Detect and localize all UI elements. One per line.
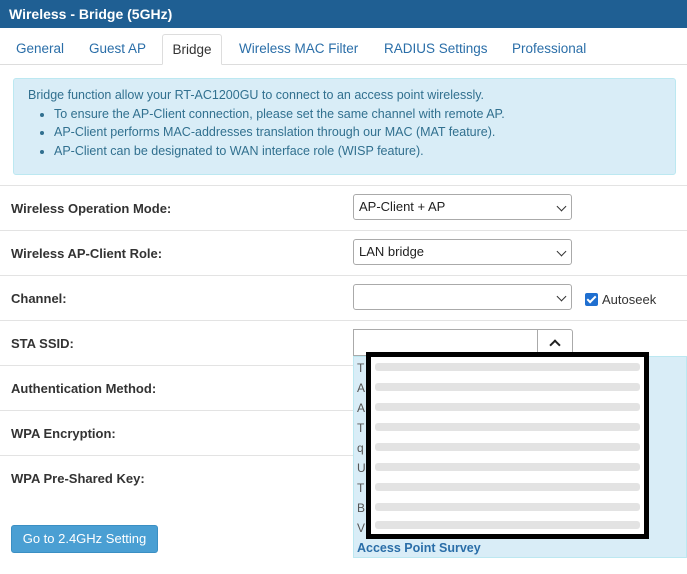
survey-item[interactable]: A bbox=[357, 401, 365, 415]
redacted-line bbox=[375, 423, 640, 431]
info-bullet: To ensure the AP-Client connection, plea… bbox=[54, 105, 675, 124]
wpa-psk-label: WPA Pre-Shared Key: bbox=[11, 471, 145, 486]
client-role-label: Wireless AP-Client Role: bbox=[11, 246, 163, 261]
info-box: Bridge function allow your RT-AC1200GU t… bbox=[13, 78, 676, 175]
survey-item[interactable]: B bbox=[357, 501, 365, 515]
channel-label: Channel: bbox=[11, 291, 67, 306]
client-role-select[interactable]: LAN bridge bbox=[353, 239, 572, 265]
autoseek-label: Autoseek bbox=[602, 292, 657, 307]
tab-general[interactable]: General bbox=[7, 34, 73, 65]
autoseek-checkbox[interactable]: Autoseek bbox=[585, 292, 656, 307]
redacted-line bbox=[375, 463, 640, 471]
tab-professional[interactable]: Professional bbox=[503, 34, 595, 65]
redacted-line bbox=[375, 483, 640, 491]
client-role-value: LAN bridge bbox=[359, 244, 425, 259]
chevron-down-icon bbox=[556, 291, 567, 302]
info-bullets: To ensure the AP-Client connection, plea… bbox=[28, 105, 675, 161]
tab-bar: General Guest AP Bridge Wireless MAC Fil… bbox=[0, 28, 687, 65]
info-intro: Bridge function allow your RT-AC1200GU t… bbox=[28, 88, 485, 102]
operation-mode-select[interactable]: AP-Client + AP bbox=[353, 194, 572, 220]
tab-radius-settings[interactable]: RADIUS Settings bbox=[375, 34, 497, 65]
wpa-encryption-label: WPA Encryption: bbox=[11, 426, 116, 441]
survey-item[interactable]: q bbox=[357, 441, 364, 455]
row-operation-mode: Wireless Operation Mode: bbox=[0, 185, 687, 230]
access-point-survey-link[interactable]: Access Point Survey bbox=[357, 541, 481, 555]
chevron-up-icon bbox=[549, 339, 561, 351]
chevron-down-icon bbox=[556, 201, 567, 212]
redacted-line bbox=[375, 403, 640, 411]
redacted-line bbox=[375, 521, 640, 529]
redacted-line bbox=[375, 443, 640, 451]
channel-select[interactable] bbox=[353, 284, 572, 310]
redacted-line bbox=[375, 503, 640, 511]
tab-guest-ap[interactable]: Guest AP bbox=[80, 34, 155, 65]
survey-item[interactable]: T bbox=[357, 481, 364, 495]
sta-ssid-label: STA SSID: bbox=[11, 336, 74, 351]
operation-mode-value: AP-Client + AP bbox=[359, 199, 446, 214]
info-bullet: AP-Client can be designated to WAN inter… bbox=[54, 142, 675, 161]
redaction-box bbox=[366, 352, 649, 539]
operation-mode-label: Wireless Operation Mode: bbox=[11, 201, 172, 216]
tab-wireless-mac-filter[interactable]: Wireless MAC Filter bbox=[230, 34, 367, 65]
tab-bridge[interactable]: Bridge bbox=[162, 34, 222, 65]
checkbox-checked-icon[interactable] bbox=[585, 293, 598, 306]
survey-item[interactable]: U bbox=[357, 461, 366, 475]
window-title: Wireless - Bridge (5GHz) bbox=[0, 0, 687, 28]
survey-item[interactable]: V bbox=[357, 521, 365, 535]
survey-item[interactable]: A bbox=[357, 381, 365, 395]
row-channel: Channel: bbox=[0, 275, 687, 320]
redacted-line bbox=[375, 383, 640, 391]
chevron-down-icon bbox=[556, 246, 567, 257]
survey-item[interactable]: T bbox=[357, 361, 364, 375]
auth-method-label: Authentication Method: bbox=[11, 381, 157, 396]
info-bullet: AP-Client performs MAC-addresses transla… bbox=[54, 123, 675, 142]
survey-item[interactable]: T bbox=[357, 421, 364, 435]
goto-24ghz-button[interactable]: Go to 2.4GHz Setting bbox=[11, 525, 158, 553]
row-client-role: Wireless AP-Client Role: bbox=[0, 230, 687, 275]
redacted-line bbox=[375, 363, 640, 371]
